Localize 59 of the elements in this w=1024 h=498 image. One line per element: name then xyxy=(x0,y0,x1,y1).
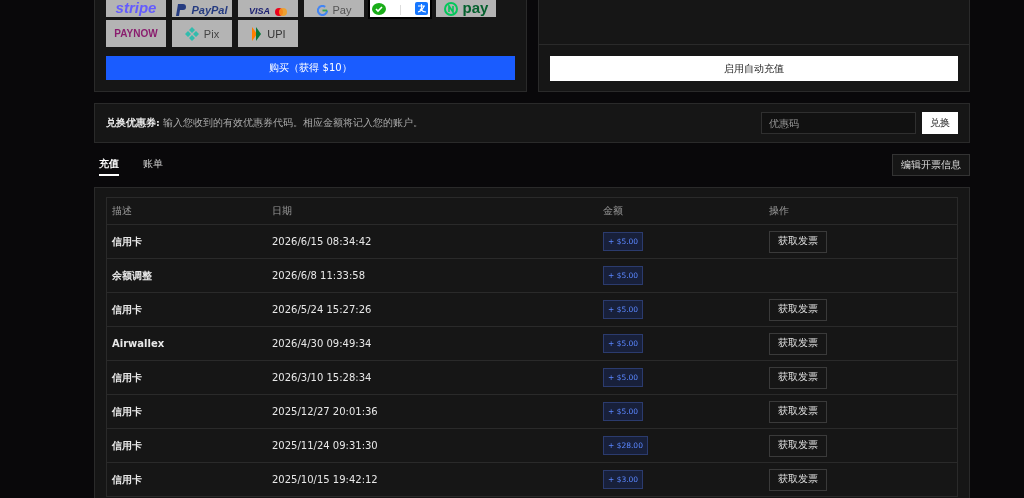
get-invoice-button[interactable]: 获取发票 xyxy=(769,332,827,355)
column-header: 操作 xyxy=(768,204,790,218)
description-cell-text: 信用卡 xyxy=(111,438,143,453)
get-invoice-button[interactable]: 获取发票 xyxy=(769,230,827,253)
get-invoice-button[interactable]: 获取发票 xyxy=(769,434,827,457)
redeem-button[interactable]: 兑换 xyxy=(922,112,958,134)
g-logo-icon xyxy=(316,5,328,16)
description-cell-text: 信用卡 xyxy=(111,234,143,249)
payment-label: PAYNOW xyxy=(114,28,158,39)
coupon-code-field[interactable]: 优惠码 xyxy=(761,112,916,134)
description-cell-text: 信用卡 xyxy=(111,472,143,487)
payment-label: PayPal xyxy=(191,4,228,16)
column-header: 描述 xyxy=(111,204,133,218)
payment-method-option[interactable]: Pix xyxy=(172,20,232,47)
tab[interactable]: 充值 xyxy=(99,154,119,176)
description-cell-text: 信用卡 xyxy=(111,370,143,385)
date-cell-text: 2026/6/8 11:33:58 xyxy=(271,270,366,281)
payment-method-option[interactable]: PAYNOW xyxy=(106,20,166,47)
n-circle-icon xyxy=(443,2,458,16)
description-cell-text: 余额调整 xyxy=(111,268,153,283)
enable-auto-recharge-button[interactable]: 启用自动充值 xyxy=(550,56,958,81)
description-cell-text: 信用卡 xyxy=(111,404,143,419)
date-cell-text: 2025/12/27 20:01:36 xyxy=(271,406,379,417)
edit-invoice-info-button[interactable]: 编辑开票信息 xyxy=(892,154,970,176)
column-header: 日期 xyxy=(271,204,293,218)
payment-method-option[interactable]: pay xyxy=(436,0,496,17)
payment-method-option[interactable]: PayPal xyxy=(172,0,232,17)
date-cell-text: 2026/3/10 15:28:34 xyxy=(271,372,373,383)
payment-method-option[interactable] xyxy=(370,0,430,17)
date-cell-text: 2026/4/30 09:49:34 xyxy=(271,338,373,349)
payment-label: UPI xyxy=(267,27,286,40)
column-header: 金额 xyxy=(602,204,624,218)
get-invoice-button[interactable]: 获取发票 xyxy=(769,400,827,423)
mastercard-circles-icon xyxy=(275,8,287,16)
description-cell-text: 信用卡 xyxy=(111,302,143,317)
payment-label: pay xyxy=(462,0,489,16)
paypal-p-icon xyxy=(176,4,187,16)
buy-button[interactable]: 购买（获得 $10） xyxy=(106,56,515,80)
tab[interactable]: 账单 xyxy=(143,154,163,176)
coupon-title: 兑换优惠券: xyxy=(106,116,160,130)
get-invoice-button[interactable]: 获取发票 xyxy=(769,298,827,321)
payment-label: Pix xyxy=(203,27,220,40)
payment-method-option[interactable]: VISA xyxy=(238,0,298,17)
diamond-icon xyxy=(184,26,199,41)
payment-label: stripe xyxy=(115,0,157,16)
payment-label: Pay xyxy=(332,4,352,16)
payment-method-option[interactable]: UPI xyxy=(238,20,298,47)
alipay-logo-icon xyxy=(415,2,428,15)
date-cell-text: 2026/5/24 15:27:26 xyxy=(271,304,373,315)
date-cell-text: 2025/11/24 09:31:30 xyxy=(271,440,379,451)
coupon-description: 输入您收到的有效优惠券代码。相应金额将记入您的账户。 xyxy=(162,116,424,130)
payment-label: VISA xyxy=(249,6,270,16)
get-invoice-button[interactable]: 获取发票 xyxy=(769,366,827,389)
date-cell-text: 2026/6/15 08:34:42 xyxy=(271,236,373,247)
date-cell-text: 2025/10/15 19:42:12 xyxy=(271,474,379,485)
get-invoice-button[interactable]: 获取发票 xyxy=(769,468,827,491)
payment-method-option[interactable]: Pay xyxy=(304,0,364,17)
description-cell-text: Airwallex xyxy=(111,338,166,349)
upi-arrow-icon xyxy=(250,26,263,41)
